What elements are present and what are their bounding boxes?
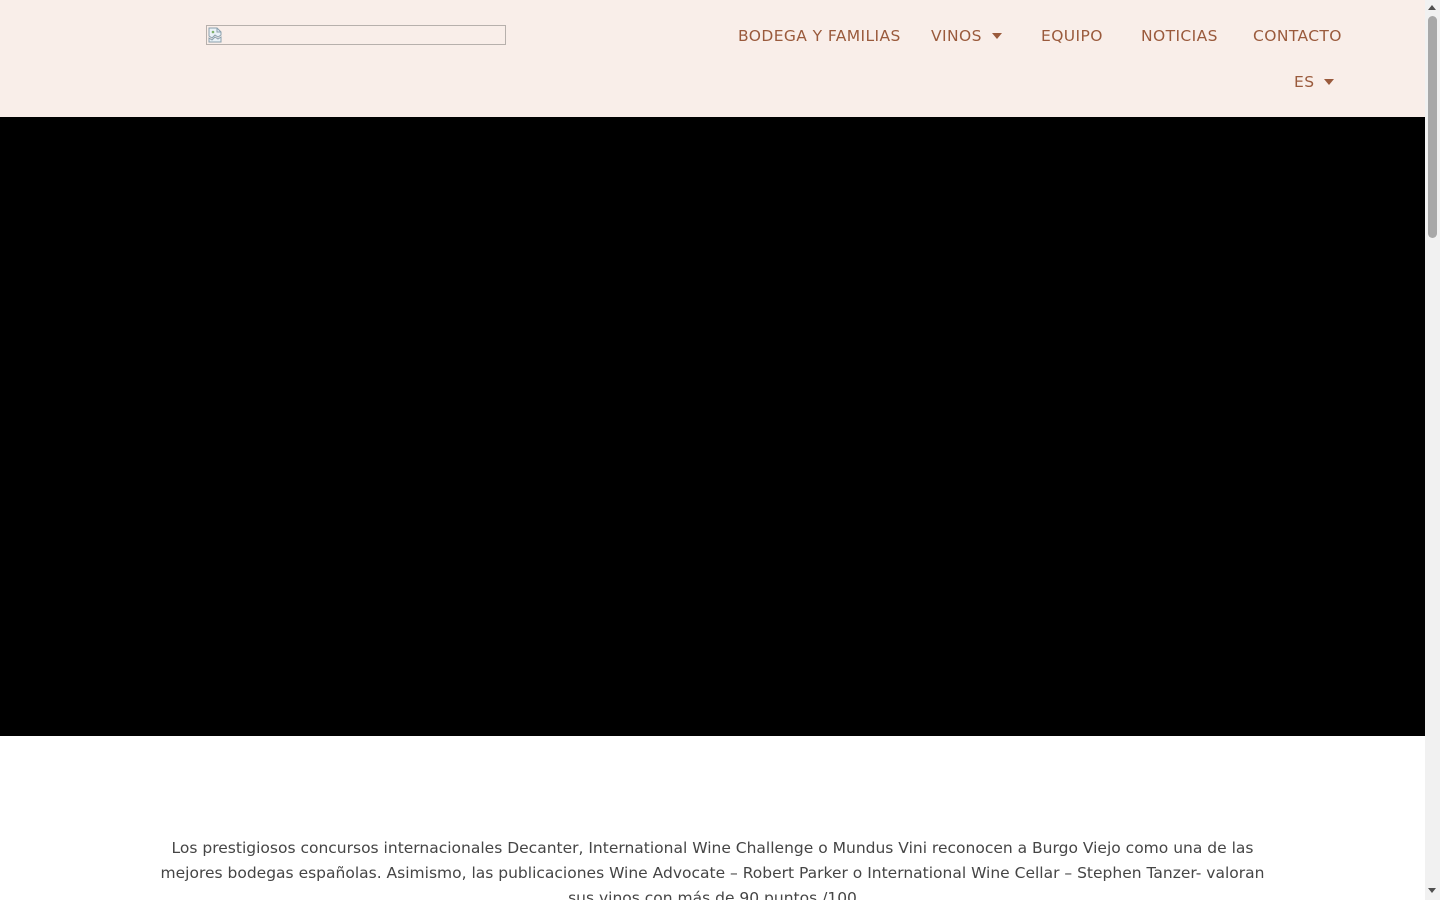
nav-label: VINOS xyxy=(931,27,982,45)
site-logo[interactable] xyxy=(206,25,506,45)
nav-equipo[interactable]: EQUIPO xyxy=(1041,24,1103,48)
intro-text: Los prestigiosos concursos internacional… xyxy=(160,839,1265,900)
scroll-down-arrow-icon[interactable] xyxy=(1428,888,1436,893)
nav-label: NOTICIAS xyxy=(1141,27,1218,45)
nav-label: BODEGA Y FAMILIAS xyxy=(738,27,901,45)
language-label: ES xyxy=(1294,73,1315,91)
scroll-up-arrow-icon[interactable] xyxy=(1428,5,1436,10)
nav-bodega-y-familias[interactable]: BODEGA Y FAMILIAS xyxy=(738,24,901,48)
broken-image-icon xyxy=(208,27,222,43)
nav-label: EQUIPO xyxy=(1041,27,1103,45)
nav-label: CONTACTO xyxy=(1253,27,1342,45)
nav-noticias[interactable]: NOTICIAS xyxy=(1141,24,1218,48)
nav-vinos[interactable]: VINOS xyxy=(931,24,1002,48)
page-scrollbar[interactable] xyxy=(1425,0,1440,900)
scrollbar-thumb[interactable] xyxy=(1428,16,1437,238)
hero-video[interactable] xyxy=(0,117,1425,736)
caret-down-icon xyxy=(991,32,1002,39)
page: BODEGA Y FAMILIAS VINOS EQUIPO NOTICIAS … xyxy=(0,0,1425,900)
language-selector[interactable]: ES xyxy=(1294,70,1335,94)
site-header: BODEGA Y FAMILIAS VINOS EQUIPO NOTICIAS … xyxy=(0,0,1425,117)
caret-down-icon xyxy=(1324,78,1335,85)
nav-contacto[interactable]: CONTACTO xyxy=(1253,24,1342,48)
